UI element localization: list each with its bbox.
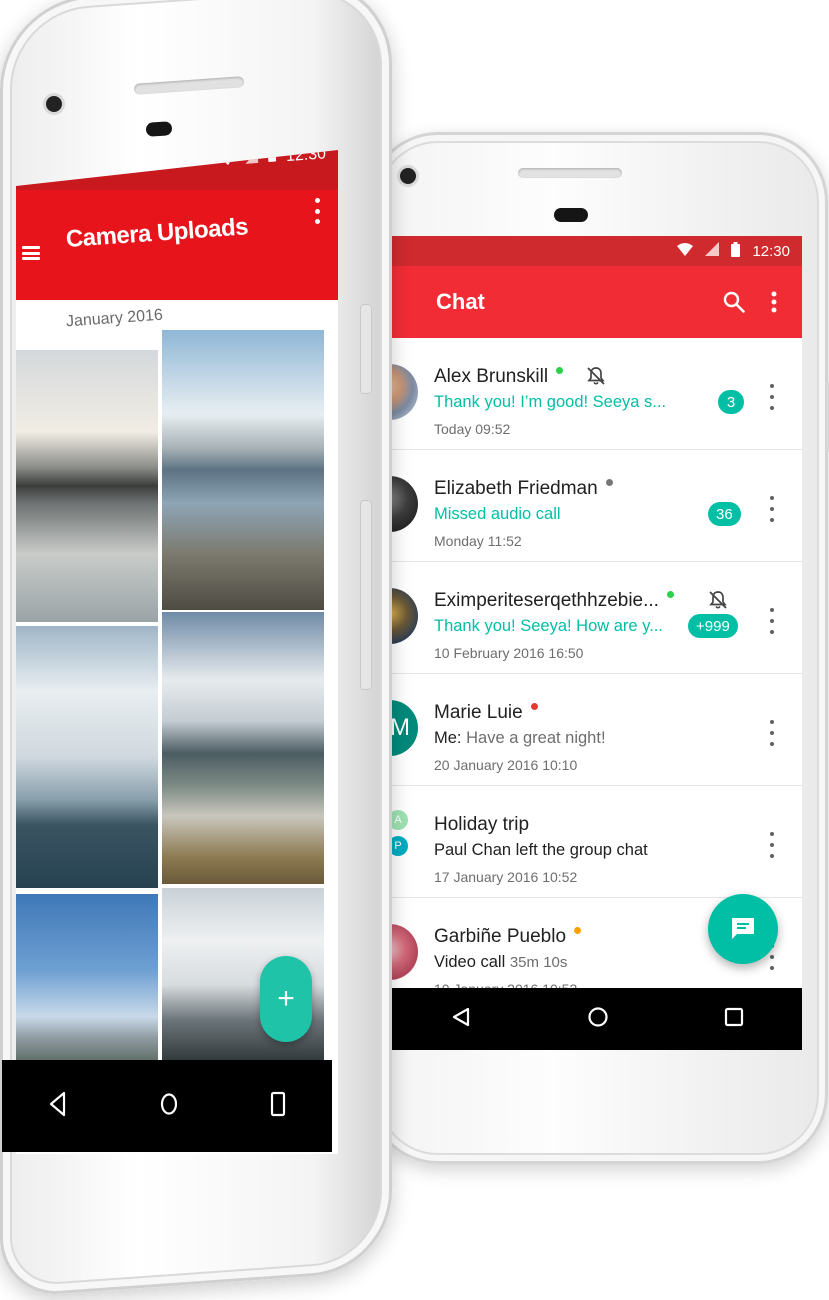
section-date: January 2016 [65,306,164,331]
more-vert-icon [771,291,777,313]
contact-name: Garbiñe Pueblo [434,926,582,948]
page-title: Chat [436,289,485,314]
navigation-bar [392,988,802,1050]
chat-item[interactable]: A P Holiday trip Paul Chan left the grou… [392,786,802,898]
back-icon [452,1007,469,1026]
contact-name: Holiday trip [434,814,530,835]
home-button[interactable] [587,1006,609,1033]
online-status-dot [556,367,564,374]
back-button[interactable] [450,1006,472,1033]
contact-name: Marie Luie [434,702,538,724]
photo-thumbnail[interactable] [162,612,324,884]
contact-name: Alex Brunskill [434,366,564,388]
mute-icon [586,366,606,391]
recents-icon [725,1007,744,1026]
chat-item-menu-button[interactable] [764,832,780,858]
offline-status-dot [605,479,613,486]
home-button[interactable] [160,1092,178,1121]
new-chat-fab[interactable] [708,894,778,964]
recents-button[interactable] [724,1007,744,1032]
message-time: Today 09:52 [434,421,511,437]
recents-icon [270,1091,286,1116]
chat-item-menu-button[interactable] [764,608,780,634]
signal-icon [705,242,720,260]
chat-item[interactable]: Elizabeth Friedman Missed audio call Mon… [392,450,802,562]
front-camera [46,96,62,112]
proximity-sensor [145,121,173,137]
back-icon [49,1091,66,1116]
menu-icon[interactable] [22,246,40,260]
online-status-dot [666,591,674,598]
photo-thumbnail[interactable] [162,330,324,610]
last-message: Paul Chan left the group chat [434,841,648,859]
photo-thumbnail[interactable] [16,350,158,622]
chat-item[interactable]: M Marie Luie Me: Have a great night! 20 … [392,674,802,786]
message-time: 10 February 2016 16:50 [434,645,584,661]
mute-icon [708,590,728,615]
photo-thumbnail[interactable] [16,894,158,1064]
page-title: Camera Uploads [65,213,249,253]
last-message: Thank you! Seeya! How are y... [434,617,663,635]
call-duration: 35m 10s [509,954,568,971]
earpiece-speaker [518,168,622,178]
last-message: Video call 35m 10s [434,953,568,971]
status-bar: 12:30 [392,236,802,266]
contact-name: Elizabeth Friedman [434,478,613,500]
navigation-bar [2,1060,332,1152]
more-vert-icon[interactable] [314,198,320,224]
search-button[interactable] [714,282,754,322]
overflow-menu-button[interactable] [754,282,794,322]
message-prefix: Me: [434,729,462,747]
last-message: Missed audio call [434,505,561,523]
volume-button [360,304,372,394]
unread-badge: 3 [718,390,744,414]
battery-icon [731,241,741,261]
app-bar: Camera Uploads [16,190,338,300]
chat-item-menu-button[interactable] [764,496,780,522]
message-time: 17 January 2016 10:52 [434,869,578,885]
busy-status-dot [530,703,538,710]
home-icon [588,1006,608,1027]
chat-item-menu-button[interactable] [764,384,780,410]
camera-uploads-phone: 12:30 Camera Uploads January 2016 + [0,0,400,1300]
power-button [360,500,372,690]
unread-badge: +999 [688,614,738,638]
chat-item[interactable]: Alex Brunskill Thank you! I’m good! Seey… [392,338,802,450]
message-time: 20 January 2016 10:10 [434,757,578,773]
upload-fab[interactable]: + [260,956,312,1042]
front-camera [400,168,416,184]
chat-item-menu-button[interactable] [764,720,780,746]
chat-item[interactable]: Eximperiteserqethhzebie... Thank you! Se… [392,562,802,674]
message-time: Monday 11:52 [434,533,522,549]
photo-thumbnail[interactable] [16,626,158,888]
search-icon [723,291,745,313]
chat-bubble-icon [732,918,754,939]
unread-badge: 36 [708,502,741,526]
status-time: 12:30 [752,242,790,260]
recents-button[interactable] [270,1091,286,1122]
proximity-sensor [554,208,588,222]
back-button[interactable] [48,1091,68,1122]
app-bar: Chat [392,266,802,338]
wifi-icon [677,242,694,260]
away-status-dot [574,927,582,934]
contact-name: Eximperiteserqethhzebie... [434,590,674,612]
chat-phone: 12:30 Chat Alex Brunskill Thank you! I’m… [368,132,829,1164]
home-icon [160,1092,178,1115]
last-message: Thank you! I’m good! Seeya s... [434,393,667,411]
add-icon: + [277,982,295,1015]
last-message: Me: Have a great night! [434,729,606,747]
